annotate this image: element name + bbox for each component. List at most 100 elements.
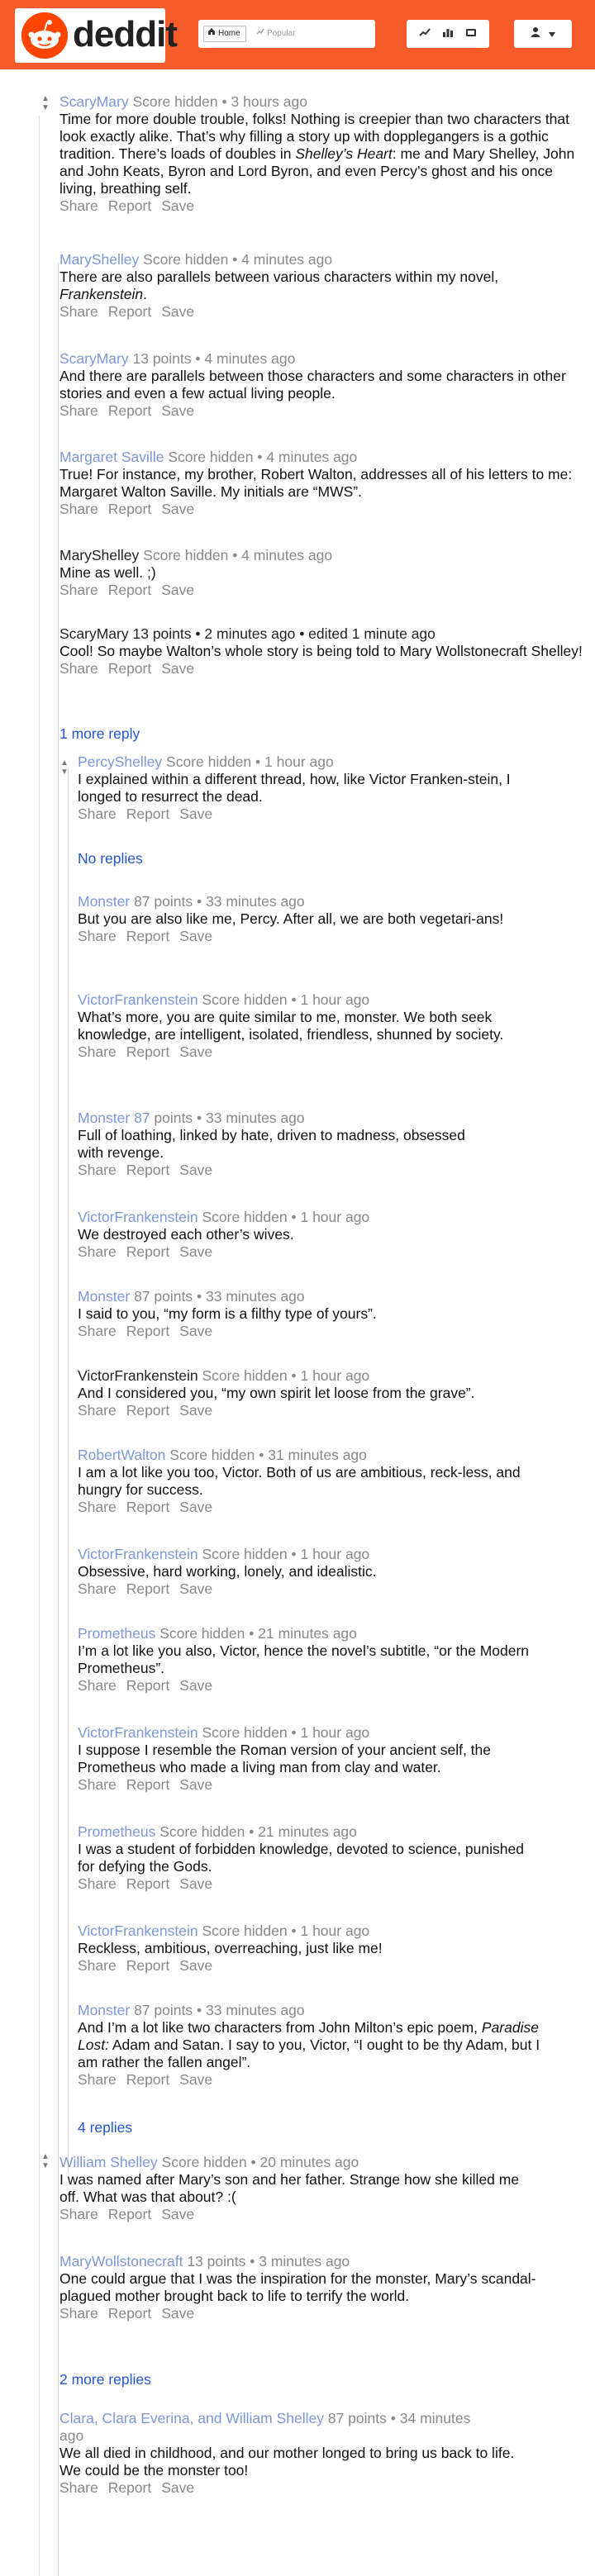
comment-author[interactable]: MaryWollstonecraft: [60, 2253, 183, 2269]
report-button[interactable]: Report: [108, 2305, 152, 2322]
more-replies-link[interactable]: 1 more reply: [60, 725, 140, 743]
tab-popular[interactable]: Popular: [256, 26, 295, 42]
share-button[interactable]: Share: [78, 1957, 117, 1975]
comment-author[interactable]: RobertWalton: [78, 1447, 165, 1463]
comment-author[interactable]: Monster: [78, 1288, 130, 1305]
share-button[interactable]: Share: [60, 660, 98, 677]
share-button[interactable]: Share: [78, 1875, 117, 1893]
save-button[interactable]: Save: [179, 1499, 212, 1516]
comment-author[interactable]: VictorFrankenstein: [78, 1367, 198, 1384]
save-button[interactable]: Save: [179, 1677, 212, 1694]
upvote-icon[interactable]: ▲: [41, 2152, 50, 2161]
share-button[interactable]: Share: [78, 1776, 117, 1794]
report-button[interactable]: Report: [108, 582, 152, 599]
comment-author[interactable]: William Shelley: [60, 2154, 158, 2170]
report-button[interactable]: Report: [108, 501, 152, 518]
report-button[interactable]: Report: [126, 1043, 170, 1061]
share-button[interactable]: Share: [60, 2206, 98, 2223]
save-button[interactable]: Save: [161, 197, 194, 215]
share-button[interactable]: Share: [78, 1402, 117, 1419]
report-button[interactable]: Report: [126, 2071, 170, 2089]
vote-arrows[interactable]: ▲ ▼: [41, 2152, 50, 2170]
report-button[interactable]: Report: [126, 1243, 170, 1261]
report-button[interactable]: Report: [108, 402, 152, 420]
report-button[interactable]: Report: [126, 928, 170, 945]
share-button[interactable]: Share: [60, 402, 98, 420]
share-button[interactable]: Share: [78, 1243, 117, 1261]
comment-author[interactable]: VictorFrankenstein: [78, 1546, 198, 1562]
tab-home[interactable]: Home: [203, 26, 246, 42]
comment-author[interactable]: VictorFrankenstein: [78, 1724, 198, 1741]
bar-chart-icon[interactable]: [442, 26, 454, 41]
save-button[interactable]: Save: [161, 2305, 194, 2322]
thread-line-level3[interactable]: [68, 768, 69, 2173]
save-button[interactable]: Save: [161, 2206, 194, 2223]
user-menu[interactable]: [514, 20, 572, 48]
share-button[interactable]: Share: [60, 501, 98, 518]
share-button[interactable]: Share: [78, 1043, 117, 1061]
share-button[interactable]: Share: [78, 1677, 117, 1694]
report-button[interactable]: Report: [126, 1957, 170, 1975]
no-replies-link[interactable]: No replies: [78, 850, 143, 867]
report-button[interactable]: Report: [126, 1323, 170, 1340]
report-button[interactable]: Report: [126, 1499, 170, 1516]
more-replies-link[interactable]: 2 more replies: [60, 2371, 151, 2388]
report-button[interactable]: Report: [126, 806, 170, 823]
report-button[interactable]: Report: [126, 1677, 170, 1694]
save-button[interactable]: Save: [161, 501, 194, 518]
report-button[interactable]: Report: [108, 197, 152, 215]
report-button[interactable]: Report: [126, 1776, 170, 1794]
downvote-icon[interactable]: ▼: [41, 2161, 50, 2170]
share-button[interactable]: Share: [60, 303, 98, 321]
comment-author[interactable]: Prometheus: [78, 1625, 155, 1642]
share-button[interactable]: Share: [78, 928, 117, 945]
comment-author[interactable]: VictorFrankenstein: [78, 991, 198, 1008]
share-button[interactable]: Share: [78, 1580, 117, 1598]
save-button[interactable]: Save: [179, 2071, 212, 2089]
share-button[interactable]: Share: [78, 1323, 117, 1340]
comment-author[interactable]: Clara, Clara Everina, and William Shelle…: [60, 2410, 324, 2426]
comment-author[interactable]: Margaret Saville: [60, 449, 164, 465]
save-button[interactable]: Save: [179, 1402, 212, 1419]
downvote-icon[interactable]: ▼: [60, 768, 69, 777]
save-button[interactable]: Save: [179, 928, 212, 945]
save-button[interactable]: Save: [161, 402, 194, 420]
comment-author[interactable]: PercyShelley: [78, 753, 162, 770]
report-button[interactable]: Report: [126, 1580, 170, 1598]
comment-author[interactable]: MaryShelley: [60, 547, 139, 563]
thread-line-level2[interactable]: [58, 263, 59, 2576]
comment-author[interactable]: Prometheus: [78, 1823, 155, 1840]
comment-author[interactable]: Monster: [78, 2002, 130, 2018]
comment-author[interactable]: VictorFrankenstein: [78, 1209, 198, 1225]
upvote-icon[interactable]: ▲: [60, 758, 69, 768]
share-button[interactable]: Share: [78, 1162, 117, 1179]
report-button[interactable]: Report: [126, 1162, 170, 1179]
comment-author[interactable]: Monster 87: [78, 1110, 150, 1126]
share-button[interactable]: Share: [60, 2305, 98, 2322]
share-button[interactable]: Share: [78, 806, 117, 823]
upvote-icon[interactable]: ▲: [41, 94, 50, 103]
save-button[interactable]: Save: [161, 303, 194, 321]
save-button[interactable]: Save: [161, 660, 194, 677]
downvote-icon[interactable]: ▼: [41, 103, 50, 112]
report-button[interactable]: Report: [108, 303, 152, 321]
comment-author[interactable]: MaryShelley: [60, 251, 139, 268]
tv-icon[interactable]: [465, 26, 477, 41]
logo[interactable]: deddit: [15, 8, 178, 63]
save-button[interactable]: Save: [179, 1243, 212, 1261]
more-replies-link[interactable]: 4 replies: [78, 2119, 132, 2136]
share-button[interactable]: Share: [78, 1499, 117, 1516]
comment-author[interactable]: Monster: [78, 893, 130, 910]
save-button[interactable]: Save: [179, 1875, 212, 1893]
report-button[interactable]: Report: [108, 660, 152, 677]
save-button[interactable]: Save: [179, 806, 212, 823]
share-button[interactable]: Share: [60, 2479, 98, 2497]
vote-arrows[interactable]: ▲ ▼: [41, 94, 50, 112]
comment-author[interactable]: ScaryMary: [60, 625, 129, 642]
share-button[interactable]: Share: [60, 582, 98, 599]
thread-line-level1[interactable]: [39, 116, 40, 2576]
save-button[interactable]: Save: [179, 1323, 212, 1340]
report-button[interactable]: Report: [108, 2206, 152, 2223]
save-button[interactable]: Save: [161, 2479, 194, 2497]
comment-author[interactable]: ScaryMary: [60, 350, 129, 367]
